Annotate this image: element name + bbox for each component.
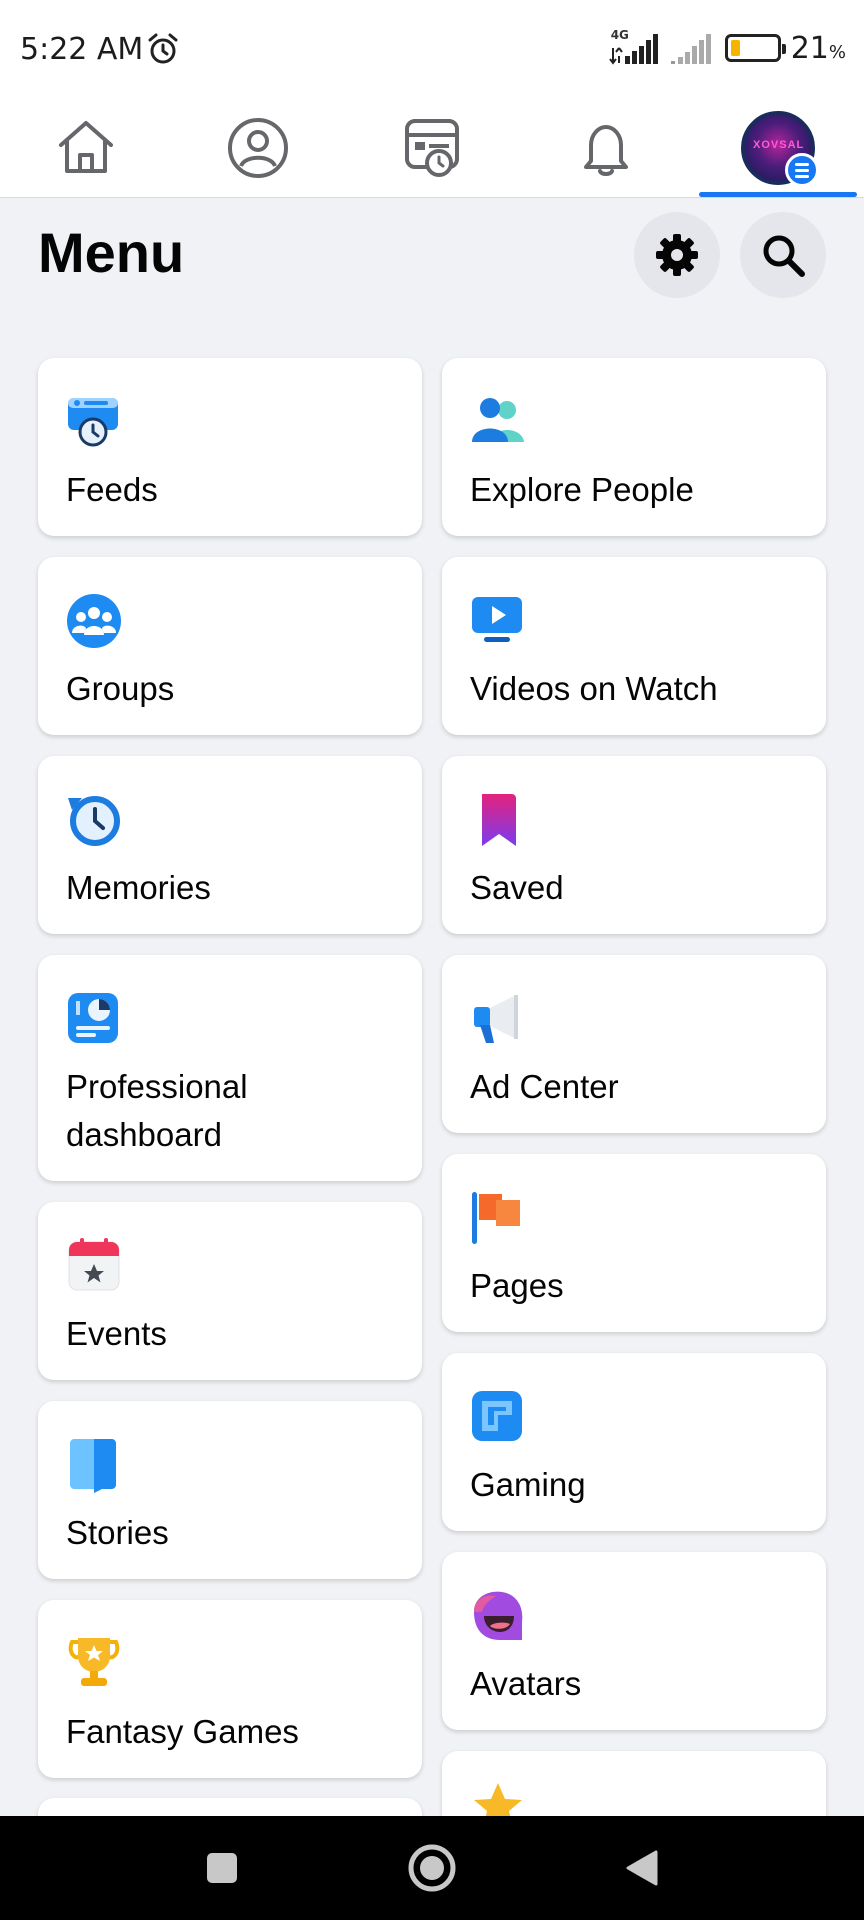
feeds-icon [405,119,459,177]
shortcut-stories[interactable]: Stories [38,1401,422,1579]
shortcut-label: Saved [470,869,564,906]
people-icon [472,398,524,442]
active-tab-indicator [699,192,857,197]
top-tab-bar: XOVSAL [0,98,864,198]
tab-menu[interactable]: XOVSAL [708,98,848,198]
square-icon [207,1853,237,1883]
shortcut-saved[interactable]: Saved [442,756,826,934]
profile-icon [228,118,288,178]
tab-notifications[interactable] [536,98,676,198]
home-button[interactable] [404,1840,460,1896]
shortcut-label: Fantasy Games [66,1713,299,1750]
battery-level [730,40,740,56]
shortcut-label: Avatars [470,1665,582,1702]
system-nav-bar [0,1816,864,1920]
events-icon [68,1238,120,1291]
shortcut-label: Memories [66,869,211,906]
gaming-icon [472,1391,522,1441]
signal-2-icon [670,34,711,64]
trophy-icon [68,1638,120,1686]
page-title: Menu [38,221,185,284]
tab-feeds[interactable] [362,98,502,198]
memories-icon [68,796,120,846]
shortcut-label: Gaming [470,1466,586,1503]
shortcut-avatars[interactable]: Avatars [442,1552,826,1730]
recents-button[interactable] [194,1840,250,1896]
network-type: 4G [610,28,629,42]
shortcut-ad-center[interactable]: Ad Center [442,955,826,1133]
tab-profile[interactable] [188,98,328,198]
avatar-face-icon [474,1591,523,1640]
shortcut-fantasy-games[interactable]: Fantasy Games [38,1600,422,1778]
shortcut-videos-on-watch[interactable]: Videos on Watch [442,557,826,735]
flag-icon [472,1192,520,1244]
shortcut-explore-people[interactable]: Explore People [442,358,826,536]
shortcut-label: Feeds [66,471,158,508]
groups-icon [67,594,121,648]
tab-home[interactable] [16,98,156,198]
bell-icon [584,125,628,176]
video-icon [472,597,522,642]
stories-icon [70,1439,116,1493]
search-icon [763,235,805,277]
dashboard-icon [68,993,118,1043]
back-triangle-icon [626,1850,658,1886]
gear-icon [656,234,698,276]
shortcut-pages[interactable]: Pages [442,1154,826,1332]
shortcut-label: Professional dashboard [66,1068,248,1153]
shortcut-memories[interactable]: Memories [38,756,422,934]
shortcut-label: Ad Center [470,1068,619,1105]
shortcut-events[interactable]: Events [38,1202,422,1380]
megaphone-icon [474,995,518,1043]
circle-icon [408,1844,456,1892]
shortcut-label: Explore People [470,471,694,508]
status-time: 5:22 AM [20,32,144,67]
shortcut-label: Pages [470,1267,564,1304]
battery-icon [724,34,786,62]
shortcut-groups[interactable]: Groups [38,557,422,735]
alarm-icon [148,33,178,64]
avatar: XOVSAL [741,111,819,187]
shortcut-label: Groups [66,670,175,707]
feeds-icon [68,398,118,447]
home-icon [59,121,113,173]
bookmark-icon [482,794,516,846]
battery-percent: 21% [790,30,846,66]
back-button[interactable] [614,1840,670,1896]
avatar-text: XOVSAL [753,139,805,151]
shortcut-label: Events [66,1315,167,1352]
signal-icon: 4G [607,28,659,66]
shortcut-feeds[interactable]: Feeds [38,358,422,536]
shortcut-label: Videos on Watch [470,670,718,707]
shortcut-label: Stories [66,1514,169,1551]
settings-button[interactable] [634,212,720,298]
menu-icon [785,153,819,187]
shortcut-professional-dashboard[interactable]: Professional dashboard [38,955,422,1181]
status-bar: 5:22 AM 4G 21% [0,0,864,98]
search-button[interactable] [740,212,826,298]
shortcut-gaming[interactable]: Gaming [442,1353,826,1531]
